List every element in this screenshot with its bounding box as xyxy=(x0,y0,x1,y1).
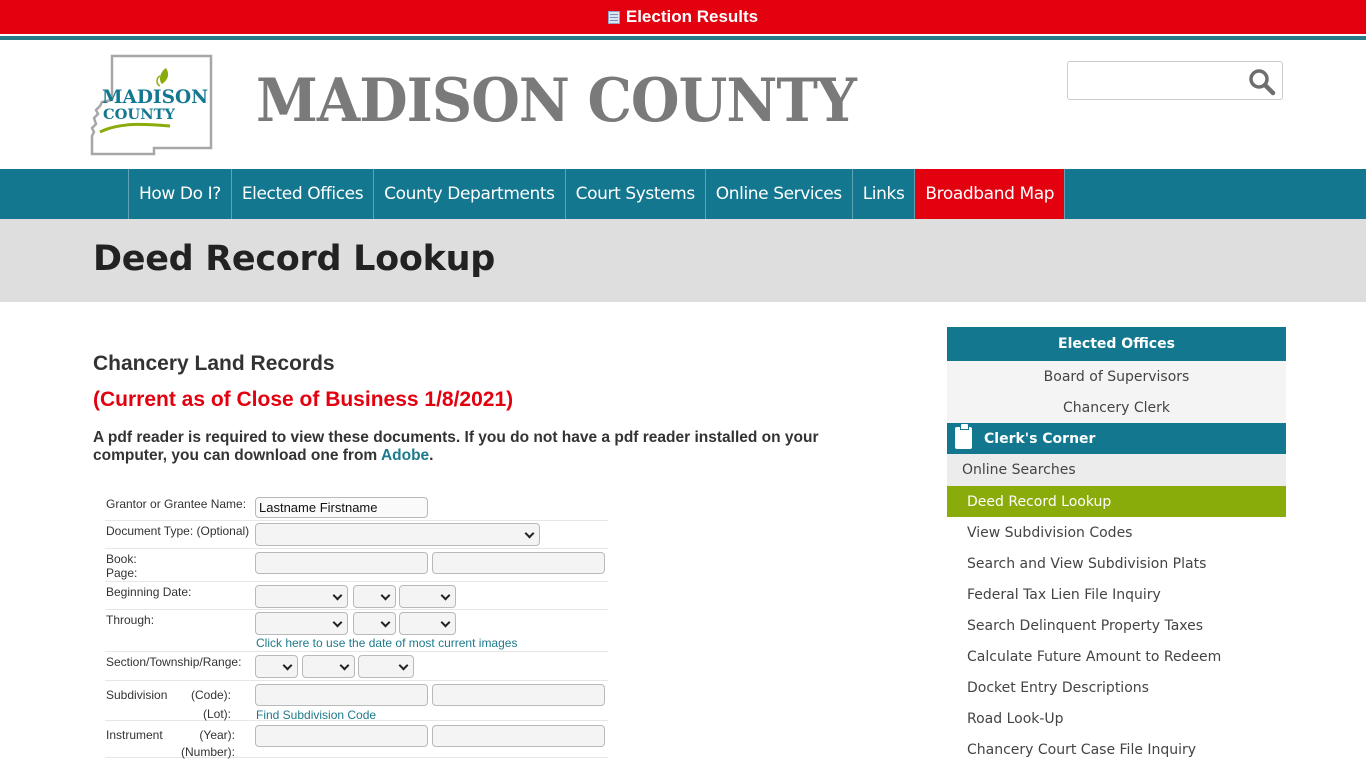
form-row-doctype: Document Type: (Optional) xyxy=(105,521,608,549)
find-subdivision-code-link[interactable]: Find Subdivision Code xyxy=(256,708,376,722)
sidebar: Elected Offices Board of Supervisors Cha… xyxy=(947,327,1286,765)
nav-online-services[interactable]: Online Services xyxy=(706,169,853,219)
clipboard-icon xyxy=(955,422,972,449)
nav-links[interactable]: Links xyxy=(853,169,916,219)
pdf-note-end: . xyxy=(429,447,434,464)
through-day-select[interactable] xyxy=(353,612,396,635)
book-page-label: Book: Page: xyxy=(106,552,252,580)
sidebar-item-chancery-court-case[interactable]: Chancery Court Case File Inquiry xyxy=(947,734,1286,765)
lot-label: (Lot): xyxy=(202,707,231,721)
instrument-year-input[interactable] xyxy=(255,725,428,747)
sidebar-clerks-corner-heading[interactable]: Clerk's Corner xyxy=(947,422,1286,454)
nav-county-departments[interactable]: County Departments xyxy=(374,169,566,219)
sidebar-item-deed-record-lookup[interactable]: Deed Record Lookup xyxy=(947,486,1286,517)
pdf-note-text: A pdf reader is required to view these d… xyxy=(93,429,819,464)
sidebar-item-delinquent-taxes[interactable]: Search Delinquent Property Taxes xyxy=(947,610,1286,641)
page-title: Deed Record Lookup xyxy=(93,239,495,279)
begin-month-select[interactable] xyxy=(255,585,348,608)
chevron-down-icon xyxy=(380,590,391,601)
nav-how-do-i[interactable]: How Do I? xyxy=(129,169,232,219)
page-title-band: Deed Record Lookup xyxy=(0,219,1366,302)
subdivision-code-input[interactable] xyxy=(255,684,428,706)
name-input[interactable] xyxy=(255,497,428,518)
site-title[interactable]: MADISON COUNTY xyxy=(256,66,857,136)
book-input[interactable] xyxy=(255,552,428,574)
nav-broadband-map[interactable]: Broadband Map xyxy=(915,169,1066,219)
chevron-down-icon xyxy=(440,590,451,601)
str-label: Section/Township/Range: xyxy=(106,655,242,669)
search-icon[interactable] xyxy=(1248,68,1276,96)
section-heading: Chancery Land Records xyxy=(93,352,335,375)
main-nav: How Do I? Elected Offices County Departm… xyxy=(0,169,1366,219)
form-row-begin-date: Beginning Date: xyxy=(105,582,608,610)
begin-day-select[interactable] xyxy=(353,585,396,608)
chevron-down-icon xyxy=(332,617,343,628)
through-year-select[interactable] xyxy=(399,612,456,635)
through-month-select[interactable] xyxy=(255,612,348,635)
svg-text:COUNTY: COUNTY xyxy=(103,107,176,123)
nav-elected-offices[interactable]: Elected Offices xyxy=(232,169,375,219)
chevron-down-icon xyxy=(524,528,535,539)
sidebar-elected-offices-heading[interactable]: Elected Offices xyxy=(947,327,1286,361)
doctype-label: Document Type: (Optional) xyxy=(106,524,250,538)
instrument-number-input[interactable] xyxy=(432,725,605,747)
election-results-banner[interactable]: Election Results xyxy=(0,0,1366,34)
sidebar-item-federal-tax-lien[interactable]: Federal Tax Lien File Inquiry xyxy=(947,579,1286,610)
sidebar-item-subdivision-plats[interactable]: Search and View Subdivision Plats xyxy=(947,548,1286,579)
sidebar-item-board-of-supervisors[interactable]: Board of Supervisors xyxy=(947,361,1286,392)
sidebar-item-road-lookup[interactable]: Road Look-Up xyxy=(947,703,1286,734)
clerks-corner-label: Clerk's Corner xyxy=(984,430,1096,447)
chevron-down-icon xyxy=(282,660,293,671)
sidebar-item-view-subdivision-codes[interactable]: View Subdivision Codes xyxy=(947,517,1286,548)
begin-date-label: Beginning Date: xyxy=(106,585,192,599)
number-label: (Number): xyxy=(180,745,235,759)
chevron-down-icon xyxy=(332,590,343,601)
form-row-book-page: Book: Page: xyxy=(105,549,608,582)
year-label: (Year): xyxy=(199,728,235,742)
search-box xyxy=(1067,61,1283,100)
chevron-down-icon xyxy=(380,617,391,628)
begin-year-select[interactable] xyxy=(399,585,456,608)
form-row-subdivision: Subdivision (Code): (Lot): Find Subdivis… xyxy=(105,681,608,722)
sidebar-item-calculate-redeem[interactable]: Calculate Future Amount to Redeem xyxy=(947,641,1286,672)
divider xyxy=(0,36,1366,40)
svg-text:MADISON: MADISON xyxy=(102,86,208,108)
current-images-link[interactable]: Click here to use the date of most curre… xyxy=(256,636,517,650)
chevron-down-icon xyxy=(398,660,409,671)
sidebar-item-online-searches[interactable]: Online Searches xyxy=(947,454,1286,486)
township-select[interactable] xyxy=(302,655,355,678)
county-logo[interactable]: MADISON COUNTY xyxy=(90,54,216,156)
adobe-link[interactable]: Adobe xyxy=(381,447,429,464)
chevron-down-icon xyxy=(339,660,350,671)
page-label: Page: xyxy=(106,566,138,580)
search-input[interactable] xyxy=(1074,68,1244,94)
deed-search-form: Grantor or Grantee Name: Document Type: … xyxy=(105,494,608,759)
page-input[interactable] xyxy=(432,552,605,574)
form-row-section-township-range: Section/Township/Range: xyxy=(105,652,608,681)
calendar-table-icon xyxy=(607,10,620,24)
through-label: Through: xyxy=(106,613,155,627)
code-label: (Code): xyxy=(190,688,231,702)
nav-court-systems[interactable]: Court Systems xyxy=(566,169,706,219)
sidebar-item-docket-entry[interactable]: Docket Entry Descriptions xyxy=(947,672,1286,703)
current-notice: (Current as of Close of Business 1/8/202… xyxy=(93,388,514,411)
doctype-select[interactable] xyxy=(255,523,540,546)
sidebar-item-chancery-clerk[interactable]: Chancery Clerk xyxy=(947,392,1286,423)
subdivision-lot-input[interactable] xyxy=(432,684,605,706)
form-row-name: Grantor or Grantee Name: xyxy=(105,494,608,521)
form-row-through-date: Through: Click here to use the date of m… xyxy=(105,610,608,652)
name-label: Grantor or Grantee Name: xyxy=(106,497,247,511)
pdf-note: A pdf reader is required to view these d… xyxy=(93,429,873,465)
book-label: Book: xyxy=(106,552,137,566)
form-row-instrument: Instrument (Year): (Number): xyxy=(105,721,608,759)
range-select[interactable] xyxy=(358,655,414,678)
election-results-link[interactable]: Election Results xyxy=(626,7,758,27)
chevron-down-icon xyxy=(440,617,451,628)
section-select[interactable] xyxy=(255,655,298,678)
